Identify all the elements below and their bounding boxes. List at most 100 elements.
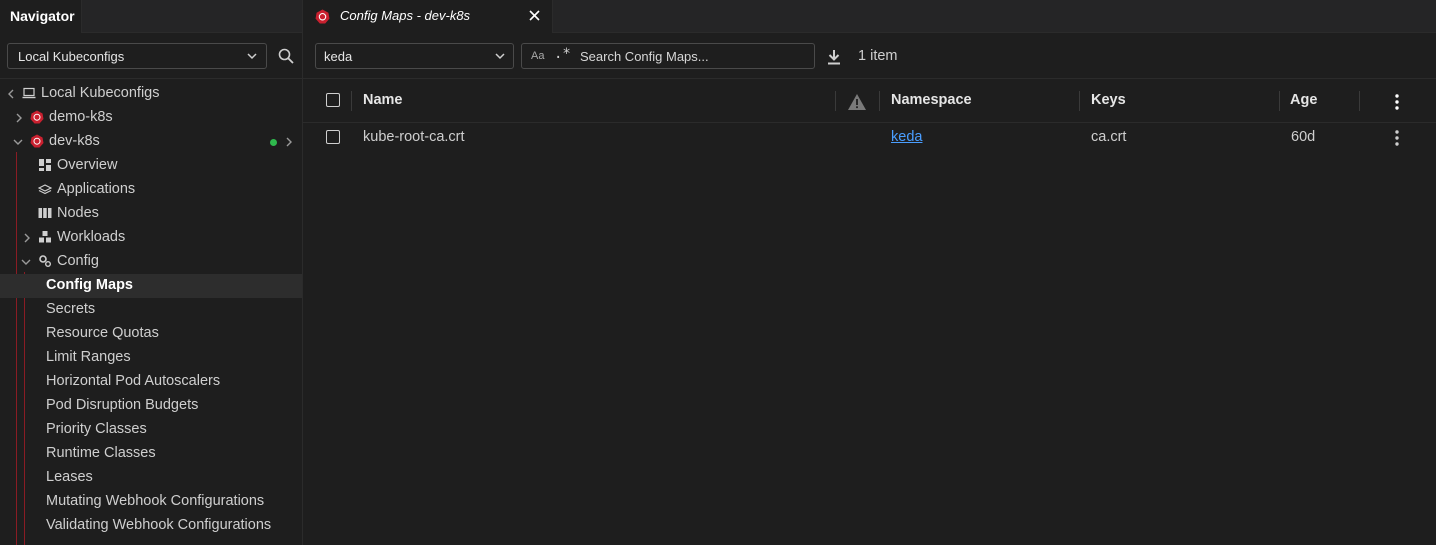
- sidebar-item-label: Resource Quotas: [46, 325, 159, 341]
- resource-toolbar: keda Aa .* Search Config Maps... 1 item: [303, 33, 1436, 79]
- context-row: Local Kubeconfigs: [7, 43, 297, 70]
- sidebar-divider: [0, 78, 302, 79]
- match-case-toggle[interactable]: Aa: [531, 50, 544, 62]
- column-header-age[interactable]: Age: [1290, 92, 1317, 108]
- dashboard-icon: [39, 159, 51, 171]
- sidebar-item-priority-classes[interactable]: Priority Classes: [0, 418, 302, 442]
- sidebar-item-runtime-classes[interactable]: Runtime Classes: [0, 442, 302, 466]
- sidebar-item-leases[interactable]: Leases: [0, 466, 302, 490]
- cell-name: kube-root-ca.crt: [363, 129, 465, 145]
- chevron-left-icon: [8, 89, 14, 99]
- column-header-namespace[interactable]: Namespace: [891, 92, 972, 108]
- kubernetes-icon: [30, 134, 44, 148]
- column-divider: [1279, 91, 1280, 111]
- sidebar-item-label: Validating Webhook Configurations: [46, 517, 272, 533]
- layers-icon: [38, 184, 52, 195]
- sidebar-item-label: Mutating Webhook Configurations: [46, 493, 265, 509]
- cell-namespace-link[interactable]: keda: [891, 129, 922, 145]
- tree-item-label: demo-k8s: [49, 109, 113, 125]
- cell-keys: ca.crt: [1091, 129, 1127, 145]
- chevron-down-icon: [495, 53, 505, 60]
- tree-item-label: dev-k8s: [49, 133, 100, 149]
- sidebar-item-label: Nodes: [57, 205, 99, 221]
- sidebar-item-label: Workloads: [57, 229, 126, 245]
- column-divider: [351, 91, 352, 111]
- sidebar-item-validating-webhook-configurations[interactable]: Validating Webhook Configurations: [0, 514, 302, 538]
- sidebar-item-secrets[interactable]: Secrets: [0, 298, 302, 322]
- sidebar-item-label: Config: [57, 253, 99, 269]
- app-window: Navigator Local Kubeconfigs Local Kubeco…: [0, 0, 1436, 545]
- sidebar-item-applications[interactable]: Applications: [0, 178, 302, 202]
- kubeconfig-select-value: Local Kubeconfigs: [18, 49, 125, 64]
- sidebar-item-workloads[interactable]: Workloads: [0, 226, 302, 250]
- warning-icon: [848, 94, 866, 110]
- tree-item-local-kubeconfigs[interactable]: Local Kubeconfigs: [0, 82, 302, 106]
- sidebar-item-config-maps[interactable]: Config Maps: [0, 274, 302, 298]
- sidebar-item-label: Leases: [46, 469, 93, 485]
- navigator-sidebar: Navigator Local Kubeconfigs Local Kubeco…: [0, 0, 303, 545]
- sidebar-item-overview[interactable]: Overview: [0, 154, 302, 178]
- sidebar-item-limit-ranges[interactable]: Limit Ranges: [0, 346, 302, 370]
- namespace-select-value: keda: [324, 49, 353, 64]
- item-count: 1 item: [858, 48, 898, 64]
- column-divider: [835, 91, 836, 111]
- table-row[interactable]: kube-root-ca.crt keda ca.crt 60d: [303, 123, 1436, 153]
- regex-toggle[interactable]: .*: [554, 46, 571, 62]
- namespace-select[interactable]: keda: [315, 43, 514, 69]
- config-gears-icon: [39, 255, 51, 267]
- sidebar-item-label: Horizontal Pod Autoscalers: [46, 373, 221, 389]
- sidebar-item-label: Overview: [57, 157, 118, 173]
- select-all-checkbox[interactable]: [326, 93, 340, 107]
- kubeconfig-select[interactable]: Local Kubeconfigs: [7, 43, 267, 69]
- sidebar-item-nodes[interactable]: Nodes: [0, 202, 302, 226]
- sidebar-item-label: Priority Classes: [46, 421, 147, 437]
- table-header: Name Namespace Keys Age: [303, 79, 1436, 123]
- sidebar-tabbar: Navigator: [0, 0, 302, 33]
- sidebar-item-mutating-webhook-configurations[interactable]: Mutating Webhook Configurations: [0, 490, 302, 514]
- sidebar-item-label: Config Maps: [46, 277, 133, 293]
- tree-item-demo-k8s[interactable]: demo-k8s: [0, 106, 302, 130]
- sidebar-item-horizontal-pod-autoscalers[interactable]: Horizontal Pod Autoscalers: [0, 370, 302, 394]
- sidebar-item-label: Pod Disruption Budgets: [46, 397, 199, 413]
- sidebar-item-resource-quotas[interactable]: Resource Quotas: [0, 322, 302, 346]
- sidebar-item-label: Applications: [57, 181, 136, 197]
- sidebar-item-label: Limit Ranges: [46, 349, 131, 365]
- tab-title: Config Maps - dev-k8s: [340, 8, 471, 23]
- tree-item-label: Local Kubeconfigs: [41, 85, 160, 101]
- chevron-down-icon: [21, 259, 31, 265]
- column-menu-icon[interactable]: [1395, 94, 1399, 110]
- tab-navigator[interactable]: Navigator: [0, 0, 82, 33]
- server-icon: [38, 208, 52, 218]
- chevron-right-icon[interactable]: [284, 136, 294, 148]
- kubernetes-icon: [315, 9, 330, 24]
- column-divider: [879, 91, 880, 111]
- laptop-icon: [22, 87, 36, 99]
- chevron-down-icon: [13, 139, 23, 145]
- chevron-right-icon: [16, 113, 22, 123]
- column-header-keys[interactable]: Keys: [1091, 92, 1126, 108]
- column-header-name[interactable]: Name: [363, 92, 403, 108]
- sidebar-item-pod-disruption-budgets[interactable]: Pod Disruption Budgets: [0, 394, 302, 418]
- main-panel: Config Maps - dev-k8s keda Aa .* Search …: [303, 0, 1436, 545]
- tab-config-maps[interactable]: Config Maps - dev-k8s: [303, 0, 553, 33]
- sidebar-item-label: Runtime Classes: [46, 445, 156, 461]
- search-input[interactable]: Aa .* Search Config Maps...: [521, 43, 815, 69]
- sidebar-item-config[interactable]: Config: [0, 250, 302, 274]
- cell-age: 60d: [1291, 129, 1316, 145]
- tree-item-dev-k8s[interactable]: dev-k8s: [0, 130, 302, 154]
- column-divider: [1079, 91, 1080, 111]
- row-checkbox[interactable]: [326, 130, 340, 144]
- search-icon[interactable]: [277, 47, 295, 65]
- download-icon[interactable]: [827, 49, 841, 65]
- main-tabbar: Config Maps - dev-k8s: [303, 0, 1436, 33]
- cubes-icon: [39, 231, 51, 243]
- sidebar-item-label: Secrets: [46, 301, 96, 317]
- connected-status-dot: [270, 139, 277, 146]
- chevron-right-icon: [24, 233, 30, 243]
- kubernetes-icon: [30, 110, 44, 124]
- close-icon[interactable]: [529, 10, 540, 21]
- row-menu-icon[interactable]: [1395, 130, 1399, 146]
- search-placeholder: Search Config Maps...: [580, 49, 709, 64]
- chevron-down-icon: [247, 53, 257, 60]
- column-divider: [1359, 91, 1360, 111]
